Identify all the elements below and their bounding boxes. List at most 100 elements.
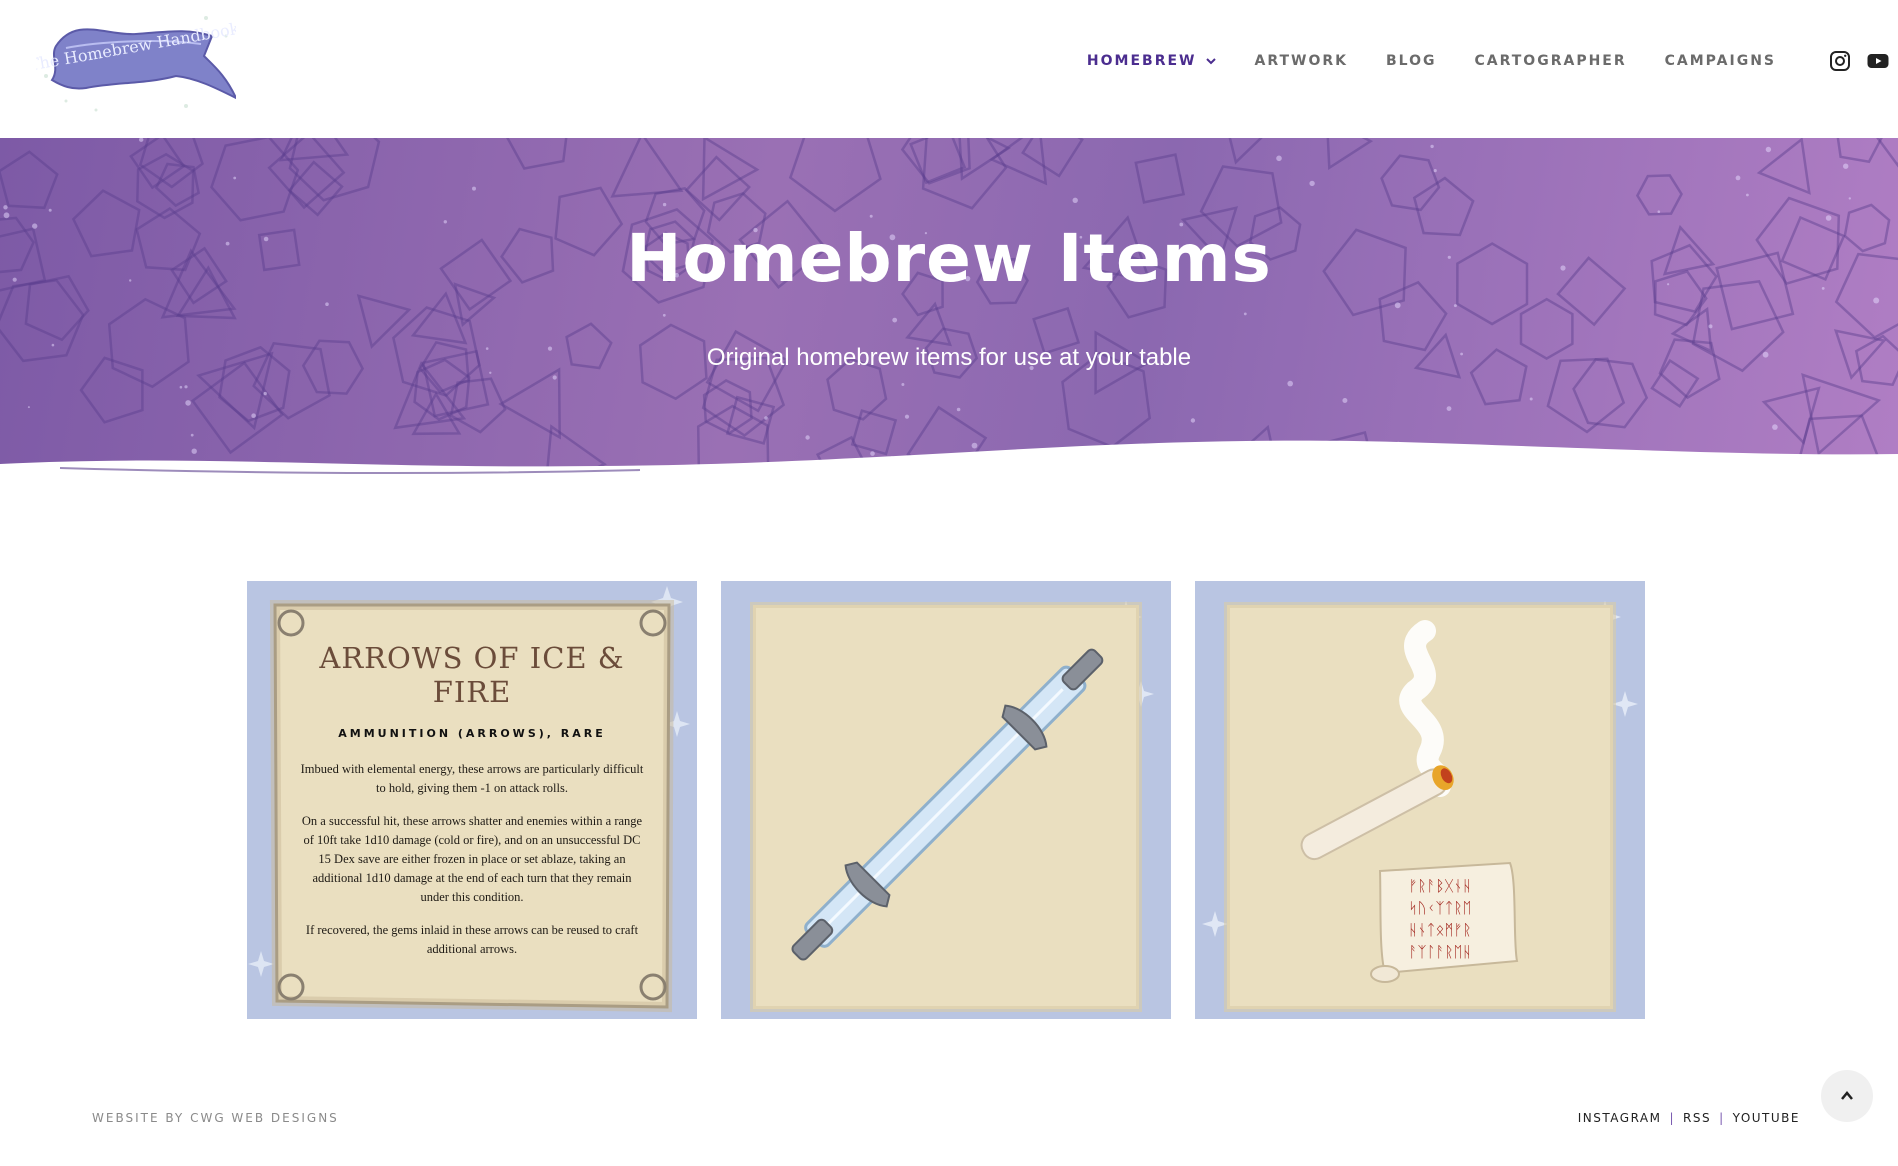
ice-sword-image [750,601,1154,1012]
star-sparkle [1342,398,1348,403]
page-title: Homebrew Items [626,220,1272,297]
item-type: AMMUNITION (ARROWS), RARE [338,727,606,740]
hero-banner: Homebrew Items Original homebrew items f… [0,138,1898,494]
nav-item-campaigns[interactable]: CAMPAIGNS [1665,53,1776,69]
star-sparkle [185,400,191,406]
dice-shape [684,155,751,222]
star-sparkle [552,375,557,380]
star-sparkle [892,317,898,323]
instagram-icon[interactable] [1828,49,1852,73]
item-card-arrows[interactable]: ARROWS OF ICE & FIRE AMMUNITION (ARROWS)… [247,581,697,1019]
footer-link-youtube[interactable]: YOUTUBE [1733,1111,1800,1125]
nav-label-artwork: ARTWORK [1254,53,1348,69]
star-sparkle [1453,304,1457,308]
star-sparkle [48,208,52,212]
star-sparkle [1765,146,1772,153]
dice-shape [1228,138,1263,165]
dice-shape [1021,138,1084,178]
item-paragraph-3: If recovered, the gems inlaid in these a… [305,923,639,956]
dice-shape [1134,153,1186,204]
star-sparkle [1843,163,1849,169]
footer-separator: | [1669,1111,1676,1125]
dice-shape [921,138,1008,210]
youtube-icon[interactable] [1866,49,1890,73]
item-gallery: ARROWS OF ICE & FIRE AMMUNITION (ARROWS)… [247,581,1645,1019]
star-sparkle [1746,193,1749,197]
star-sparkle [325,302,329,306]
footer-link-rss[interactable]: RSS [1683,1111,1711,1125]
item-card-scroll[interactable]: ᚠᚱᚨᛒᚷᚾᚺ ᛋᚢᚲᛉᛏᚱᛖ ᚺᚾᛏᛟᛗᚠᚱ ᚨᛉᛚᚨᚱᛖᚺ [1195,581,1645,1019]
star-sparkle [901,383,905,386]
star-sparkle [251,413,256,419]
star-sparkle [1708,324,1713,329]
chevron-down-icon [1206,58,1217,65]
dice-shape [909,138,967,185]
star-sparkle [1657,210,1661,213]
hero-wave-divider [0,440,1898,494]
footer-credit[interactable]: WEBSITE BY CWG WEB DESIGNS [92,1111,339,1125]
item-paragraph-2: On a successful hit, these arrows shatte… [301,814,643,904]
star-sparkle [1287,380,1293,387]
star-sparkle [139,138,144,142]
star-sparkle [1243,312,1247,316]
dice-shape [1836,138,1883,164]
site-header: The Homebrew Handbook HOMEBREW ARTWORK B… [0,0,1898,138]
star-sparkle [1446,406,1452,411]
dice-shape [0,150,59,210]
site-logo[interactable]: The Homebrew Handbook [27,6,241,120]
star-sparkle [1433,169,1437,173]
dice-shape [506,138,568,170]
dice-shape [107,297,190,389]
page-subtitle: Original homebrew items for use at your … [706,344,1192,371]
nav-item-cartographer[interactable]: CARTOGRAPHER [1475,53,1627,69]
star-sparkle [869,214,873,218]
dice-shape [1326,138,1374,171]
dice-shape [788,138,882,213]
smoking-roll-image: ᚠᚱᚨᛒᚷᚾᚺ ᛋᚢᚲᛉᛏᚱᛖ ᚺᚾᛏᛟᛗᚠᚱ ᚨᛉᛚᚨᚱᛖᚺ [1202,601,1638,1012]
star-sparkle [662,313,666,317]
dice-shape [356,294,412,349]
scroll-to-top-button[interactable] [1821,1070,1873,1122]
rune-line-1: ᚠᚱᚨᛒᚷᚾᚺ [1408,877,1471,895]
nav-item-artwork[interactable]: ARTWORK [1254,53,1348,69]
social-links [1814,49,1890,73]
star-sparkle [3,205,8,210]
star-sparkle [263,391,267,396]
item-card-sword[interactable] [721,581,1171,1019]
star-sparkle [1735,175,1741,181]
dice-shape [288,138,381,202]
star-sparkle [1529,397,1533,401]
star-sparkle [1848,197,1852,200]
item-description: ARROWS OF ICE & FIRE AMMUNITION (ARROWS)… [287,621,657,959]
star-sparkle [3,212,10,219]
star-sparkle [472,186,476,191]
nav-label-cartographer: CARTOGRAPHER [1474,53,1627,69]
star-sparkle [1430,144,1434,149]
star-sparkle [956,407,961,412]
star-sparkle [179,385,183,389]
star-sparkle [1276,155,1282,162]
star-sparkle [764,416,768,420]
nav-label-homebrew: HOMEBREW [1086,53,1197,69]
star-sparkle [184,385,188,389]
star-sparkle [233,176,237,180]
rune-line-4: ᚨᛉᛚᚨᚱᛖᚺ [1408,943,1471,961]
dice-shape [1635,174,1683,216]
star-sparkle [662,202,667,207]
chevron-up-icon [1841,1091,1853,1100]
rune-line-2: ᛋᚢᚲᛉᛏᚱᛖ [1408,899,1471,917]
nav-label-blog: BLOG [1386,53,1437,69]
nav-item-homebrew[interactable]: HOMEBREW [1087,53,1217,69]
dice-shape [136,152,195,220]
star-sparkle [1394,302,1401,309]
footer-link-instagram[interactable]: INSTAGRAM [1578,1111,1662,1125]
star-sparkle [1072,197,1078,203]
item-paragraph-1: Imbued with elemental energy, these arro… [300,762,644,795]
rune-line-3: ᚺᚾᛏᛟᛗᚠᚱ [1408,921,1471,939]
star-sparkle [1190,418,1196,423]
nav-item-blog[interactable]: BLOG [1386,53,1437,69]
dice-shape [610,138,684,198]
footer-separator: | [1719,1111,1725,1125]
star-sparkle [1873,297,1880,304]
star-sparkle [904,414,910,419]
